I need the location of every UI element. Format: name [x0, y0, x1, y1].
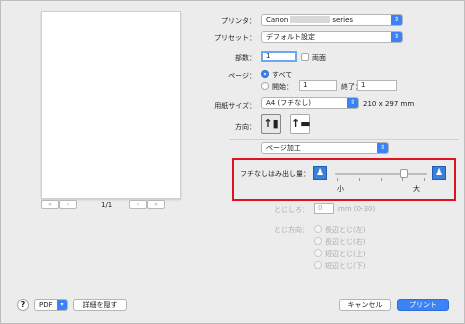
- borderless-slider-track[interactable]: [335, 173, 427, 175]
- paper-dimensions: 210 x 297 mm: [363, 100, 415, 108]
- binding-radio[interactable]: [314, 261, 322, 269]
- divider: [229, 139, 459, 140]
- pdf-label: PDF: [39, 301, 53, 309]
- pages-from-field[interactable]: 1: [299, 80, 337, 91]
- margin-field[interactable]: 0: [314, 203, 334, 214]
- printer-model-blurred: [290, 16, 331, 23]
- page-indicator: 1/1: [101, 201, 113, 209]
- pages-all-label: すべて: [272, 71, 293, 79]
- duplex-checkbox[interactable]: [301, 53, 309, 61]
- portrait-orientation-button[interactable]: ↑▮: [261, 114, 281, 134]
- landscape-orientation-button[interactable]: ↑▬: [290, 114, 311, 134]
- pages-range-radio[interactable]: [261, 82, 269, 90]
- binding-option: 長辺とじ(右): [325, 238, 366, 246]
- printer-name-suffix: series: [332, 16, 354, 24]
- hide-details-button[interactable]: 詳細を隠す: [73, 299, 127, 311]
- page-preview: [41, 11, 181, 199]
- preset-value: デフォルト設定: [266, 33, 315, 41]
- slider-small-label: 小: [337, 185, 344, 193]
- preset-label: プリセット：: [214, 34, 256, 42]
- prev-page-button[interactable]: ‹: [59, 200, 77, 209]
- slider-ticks: [337, 178, 425, 181]
- borderless-slider-thumb[interactable]: [400, 169, 408, 178]
- chevron-down-icon: ▾: [57, 300, 67, 310]
- binding-radio[interactable]: [314, 237, 322, 245]
- binding-radio[interactable]: [314, 249, 322, 257]
- paper-size-value: A4 (フチなし): [266, 99, 311, 107]
- print-button[interactable]: プリント: [397, 299, 449, 311]
- chevron-updown-icon: ⇕: [391, 15, 402, 25]
- printer-name-prefix: Canon: [266, 16, 289, 24]
- next-page-button[interactable]: ›: [129, 200, 147, 209]
- pages-all-radio[interactable]: [261, 70, 269, 78]
- paper-size-select[interactable]: A4 (フチなし) ⇕: [261, 97, 359, 109]
- chevron-updown-icon: ⇕: [391, 32, 402, 42]
- last-page-button[interactable]: »: [147, 200, 165, 209]
- section-select[interactable]: ページ加工 ⇕: [261, 142, 389, 154]
- margin-label: とじしろ：: [274, 206, 309, 214]
- pages-to-field[interactable]: 1: [357, 80, 397, 91]
- binding-label: とじ方向：: [274, 226, 309, 234]
- slider-large-label: 大: [413, 185, 420, 193]
- chevron-updown-icon: ⇕: [377, 143, 388, 153]
- printer-select[interactable]: Canon series ⇕: [261, 14, 403, 26]
- binding-option: 長辺とじ(左): [325, 226, 366, 234]
- duplex-label: 両面: [312, 54, 326, 62]
- first-page-button[interactable]: «: [41, 200, 59, 209]
- landscape-icon: ↑▬: [291, 117, 311, 130]
- orientation-label: 方向：: [235, 123, 256, 131]
- large-extension-icon: ♟: [432, 166, 446, 180]
- chevron-updown-icon: ⇕: [347, 98, 358, 108]
- printer-label: プリンタ：: [221, 17, 256, 25]
- margin-unit: mm (0-30): [338, 205, 376, 213]
- small-extension-icon: ♟: [313, 166, 327, 180]
- print-dialog: « ‹ 1/1 › » プリンタ： Canon series ⇕ プリセット： デ…: [0, 0, 465, 324]
- paper-size-label: 用紙サイズ：: [214, 102, 256, 110]
- portrait-icon: ↑▮: [263, 117, 279, 130]
- pages-from-label: 開始：: [272, 83, 293, 91]
- help-button[interactable]: ?: [17, 299, 29, 311]
- pages-label: ページ：: [228, 72, 256, 80]
- preset-select[interactable]: デフォルト設定 ⇕: [261, 31, 403, 43]
- binding-option: 短辺とじ(上): [325, 250, 366, 258]
- binding-radio[interactable]: [314, 225, 322, 233]
- binding-option: 短辺とじ(下): [325, 262, 366, 270]
- copies-label: 部数：: [235, 54, 256, 62]
- borderless-amount-label: フチなしはみ出し量：: [240, 170, 310, 178]
- pdf-menu-button[interactable]: PDF ▾: [34, 299, 68, 311]
- copies-field[interactable]: 1: [261, 51, 297, 62]
- page-nav-right: › »: [129, 200, 165, 209]
- page-nav-left: « ‹: [41, 200, 77, 209]
- cancel-button[interactable]: キャンセル: [339, 299, 391, 311]
- section-value: ページ加工: [266, 144, 301, 152]
